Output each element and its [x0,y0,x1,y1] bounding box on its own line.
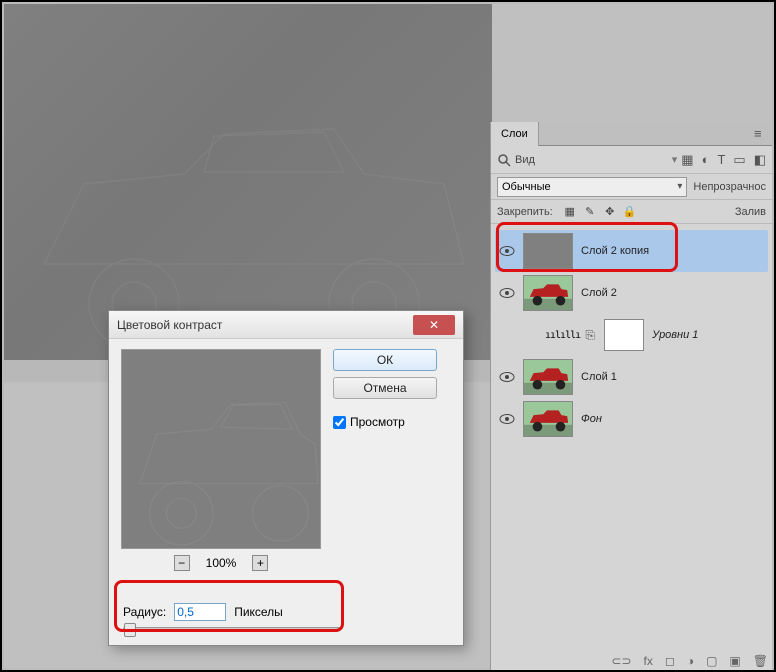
layer-item-background[interactable]: Фон [495,398,768,440]
lock-all-icon[interactable]: 🔒 [623,205,637,219]
blend-mode-select[interactable]: Обычные [497,177,687,197]
zoom-out-button[interactable]: − [174,555,190,571]
zoom-value: 100% [206,556,237,570]
link-layers-icon[interactable]: ⊂⊃ [611,654,631,668]
close-button[interactable]: ✕ [413,315,455,335]
mask-icon[interactable]: ◻ [665,654,675,668]
search-icon [497,153,511,167]
unit-label: Пикселы [234,605,283,619]
radius-label: Радиус: [123,605,166,619]
adjustment-icon[interactable]: ◑ [687,654,694,668]
layer-thumb-truck [523,401,573,437]
lock-label: Закрепить: [497,206,553,218]
eye-icon[interactable] [499,285,515,301]
layer-thumb-truck [523,359,573,395]
panel-tab-row: Слои [491,122,772,146]
cancel-button[interactable]: Отмена [333,377,437,399]
layer-thumb-gray [523,233,573,269]
new-layer-icon[interactable]: ▣ [729,654,740,668]
layer-name[interactable]: Слой 2 [581,287,617,299]
eye-icon[interactable] [499,369,515,385]
panel-menu-icon[interactable] [754,126,768,138]
filter-shape-icon[interactable]: ▭ [733,152,745,168]
fill-label: Залив [735,206,766,218]
filter-type-select[interactable]: Вид [515,154,668,166]
layer-panel-footer: ⊂⊃ fx ◻ ◑ ▢ ▣ 🗑 [611,654,768,668]
blend-row: Обычные Непрозрачнос [491,174,772,200]
lock-row: Закрепить: ▦ ✎ ✥ 🔒 Залив [491,200,772,224]
layer-filter-row: Вид ▾ ▦ ◐ T ▭ ◧ [491,146,772,174]
layer-name[interactable]: Слой 1 [581,371,617,383]
link-icon[interactable]: ⎘ [584,328,596,342]
canvas-highpass-preview [4,4,492,360]
opacity-label: Непрозрачнос [693,181,766,193]
preview-label: Просмотр [350,415,405,429]
slider-thumb[interactable] [124,623,136,637]
zoom-in-button[interactable]: + [252,555,268,571]
layer-name[interactable]: Слой 2 копия [581,245,649,257]
preview-checkbox-row[interactable]: Просмотр [333,415,437,429]
layer-item[interactable]: Слой 1 [495,356,768,398]
eye-icon[interactable] [499,411,515,427]
filter-preview[interactable] [121,349,321,549]
dialog-titlebar[interactable]: Цветовой контраст ✕ [109,311,463,339]
layer-mask-thumb [604,319,644,351]
filter-smart-icon[interactable]: ◧ [754,152,766,168]
zoom-controls: − 100% + [121,555,321,571]
truck-outline-large [4,4,492,360]
radius-controls: Радиус: Пикселы [123,603,451,631]
lock-brush-icon[interactable]: ✎ [583,205,597,219]
layer-thumb-truck [523,275,573,311]
levels-icon: ıılıllı [545,330,580,341]
layers-panel: Слои Вид ▾ ▦ ◐ T ▭ ◧ Обычные Непрозрачно… [490,122,772,670]
dialog-title: Цветовой контраст [117,318,413,332]
layer-name[interactable]: Уровни 1 [652,329,698,341]
filter-adjust-icon[interactable]: ◐ [702,152,710,168]
ok-button[interactable]: ОК [333,349,437,371]
radius-input[interactable] [174,603,226,621]
close-icon: ✕ [429,318,439,332]
trash-icon[interactable]: 🗑 [753,654,768,668]
lock-move-icon[interactable]: ✥ [603,205,617,219]
layer-name[interactable]: Фон [581,413,602,425]
group-icon[interactable]: ▢ [706,654,717,668]
layer-item-adjustment[interactable]: ıılıllı ⎘ Уровни 1 [495,314,768,356]
layer-list: Слой 2 копия Слой 2 ıılıllı ⎘ Уровни 1 [491,224,772,446]
fx-icon[interactable]: fx [644,654,653,668]
preview-checkbox[interactable] [333,416,346,429]
eye-icon[interactable] [499,243,515,259]
layer-item-selected[interactable]: Слой 2 копия [495,230,768,272]
filter-pixel-icon[interactable]: ▦ [681,152,693,168]
layer-item[interactable]: Слой 2 [495,272,768,314]
tab-layers[interactable]: Слои [491,122,539,146]
filter-type-icon[interactable]: T [717,152,725,168]
lock-pixels-icon[interactable]: ▦ [563,205,577,219]
high-pass-dialog: Цветовой контраст ✕ − 100% + [108,310,464,646]
radius-slider[interactable] [123,627,341,631]
